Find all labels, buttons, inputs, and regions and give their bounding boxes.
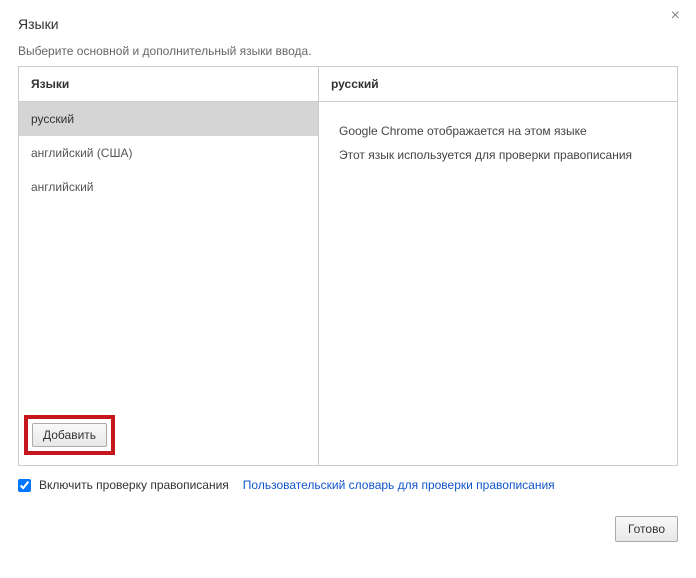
spellcheck-row: Включить проверку правописания Пользоват… (18, 478, 678, 492)
dialog-title: Языки (18, 16, 678, 32)
display-language-info: Google Chrome отображается на этом языке (339, 124, 657, 138)
language-item-english-us[interactable]: английский (США) (19, 136, 318, 170)
spellcheck-language-info: Этот язык используется для проверки прав… (339, 148, 657, 162)
close-icon[interactable]: × (665, 6, 686, 26)
language-item-russian[interactable]: русский (19, 102, 318, 136)
dialog-subtitle: Выберите основной и дополнительный языки… (18, 44, 678, 58)
done-button[interactable]: Готово (615, 516, 678, 542)
selected-language-header: русский (319, 67, 677, 102)
dialog-footer: Готово (18, 516, 678, 542)
language-item-english[interactable]: английский (19, 170, 318, 204)
languages-panel: Языки русский английский (США) английски… (19, 67, 319, 465)
languages-panel-footer: Добавить (19, 405, 318, 465)
panels-container: Языки русский английский (США) английски… (18, 66, 678, 466)
custom-dictionary-link[interactable]: Пользовательский словарь для проверки пр… (243, 478, 555, 492)
spellcheck-checkbox[interactable] (18, 479, 31, 492)
language-settings-dialog: × Языки Выберите основной и дополнительн… (0, 0, 696, 558)
language-list: русский английский (США) английский (19, 102, 318, 405)
language-details-panel: русский Google Chrome отображается на эт… (319, 67, 677, 465)
languages-panel-header: Языки (19, 67, 318, 102)
spellcheck-checkbox-label: Включить проверку правописания (39, 478, 229, 492)
add-language-button[interactable]: Добавить (32, 423, 107, 447)
add-button-highlight: Добавить (24, 415, 115, 455)
language-details-content: Google Chrome отображается на этом языке… (319, 102, 677, 184)
